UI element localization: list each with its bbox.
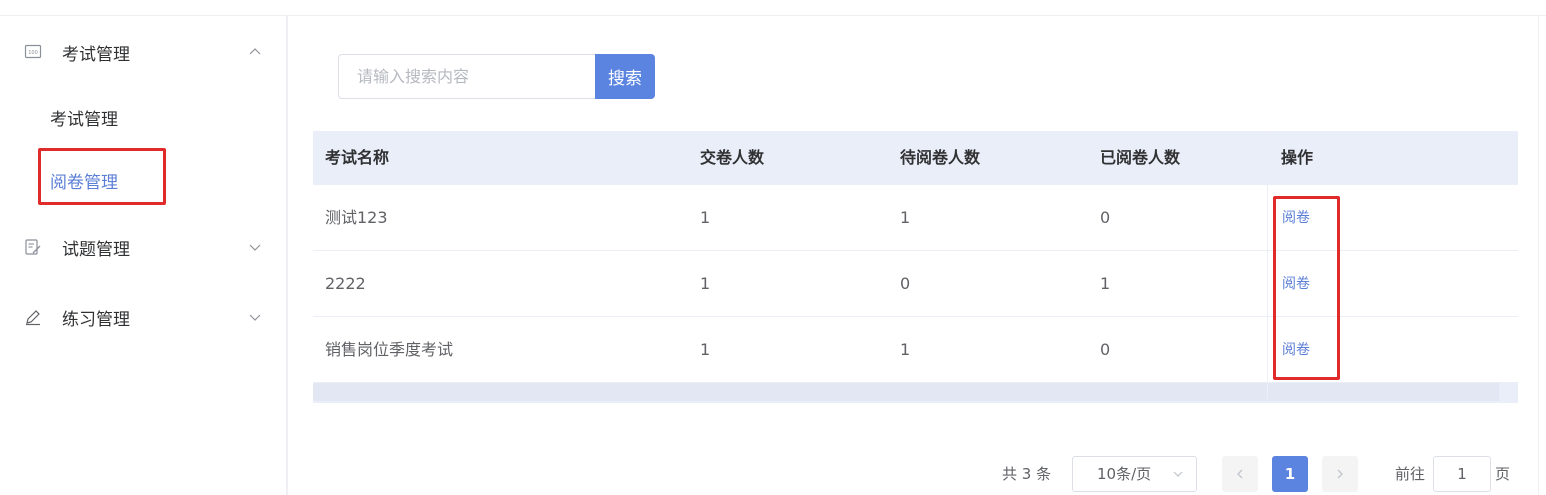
cell-submitted: 1 [700, 274, 711, 293]
fixed-column-divider [1267, 131, 1268, 399]
pencil-icon [26, 310, 40, 326]
top-bar [0, 0, 1546, 16]
right-border [1538, 16, 1539, 495]
cell-pending: 0 [900, 274, 911, 293]
column-header-submitted: 交卷人数 [700, 148, 765, 167]
column-header-exam-name: 考试名称 [325, 148, 390, 167]
page-number-button[interactable]: 1 [1272, 456, 1308, 492]
cell-pending: 1 [900, 208, 911, 227]
exam-icon: 100 [24, 44, 42, 59]
cell-graded: 0 [1100, 208, 1111, 227]
horizontal-scrollbar-thumb[interactable] [313, 383, 1499, 401]
menu-group-practice-management[interactable]: 练习管理 [0, 289, 288, 345]
cell-exam-name: 销售岗位季度考试 [325, 340, 454, 359]
chevron-right-icon [1337, 469, 1343, 479]
chevron-up-icon [249, 48, 261, 55]
prev-page-button[interactable] [1222, 456, 1258, 492]
menu-group-label: 考试管理 [62, 44, 130, 65]
cell-exam-name: 2222 [325, 274, 366, 293]
grade-link[interactable]: 阅卷 [1282, 317, 1310, 383]
cell-submitted: 1 [700, 208, 711, 227]
column-header-graded: 已阅卷人数 [1100, 148, 1181, 167]
cell-graded: 1 [1100, 274, 1111, 293]
goto-page-input[interactable] [1433, 456, 1491, 492]
menu-group-label: 试题管理 [62, 239, 130, 260]
cell-pending: 1 [900, 340, 911, 359]
table-row: 测试123 1 1 0 阅卷 [313, 185, 1518, 251]
next-page-button[interactable] [1322, 456, 1358, 492]
cell-submitted: 1 [700, 340, 711, 359]
menu-group-exam-management[interactable]: 100 考试管理 [0, 24, 288, 80]
grade-link[interactable]: 阅卷 [1282, 185, 1310, 251]
table-header: 考试名称 交卷人数 待阅卷人数 已阅卷人数 操作 [313, 131, 1518, 185]
sidebar: 100 考试管理 考试管理 阅卷管理 试题管理 练习管理 [0, 16, 288, 495]
sidebar-item-exam-management[interactable]: 考试管理 [0, 92, 288, 142]
grade-link[interactable]: 阅卷 [1282, 251, 1310, 317]
table-row: 销售岗位季度考试 1 1 0 阅卷 [313, 317, 1518, 383]
sidebar-item-label: 考试管理 [50, 109, 118, 130]
column-header-actions: 操作 [1281, 148, 1314, 167]
sidebar-item-grading-management[interactable]: 阅卷管理 [0, 155, 288, 205]
question-edit-icon [25, 239, 41, 255]
goto-prefix: 前往 [1395, 465, 1426, 483]
chevron-down-icon [249, 314, 261, 321]
pagination-total: 共 3 条 [1002, 465, 1052, 483]
table-row: 2222 1 0 1 阅卷 [313, 251, 1518, 317]
menu-group-label: 练习管理 [62, 309, 130, 330]
search-button[interactable]: 搜索 [595, 54, 655, 99]
search-input[interactable] [338, 54, 596, 99]
chevron-down-icon [249, 244, 261, 251]
page-size-value: 10条/页 [1097, 465, 1152, 483]
sidebar-item-label: 阅卷管理 [50, 172, 118, 193]
chevron-left-icon [1237, 469, 1243, 479]
chevron-down-icon [1173, 471, 1183, 477]
page-size-select[interactable]: 10条/页 [1072, 456, 1197, 492]
cell-graded: 0 [1100, 340, 1111, 359]
cell-exam-name: 测试123 [325, 208, 388, 227]
goto-suffix: 页 [1495, 465, 1511, 483]
menu-group-question-management[interactable]: 试题管理 [0, 219, 288, 275]
svg-text:100: 100 [28, 50, 38, 56]
column-header-pending: 待阅卷人数 [900, 148, 981, 167]
